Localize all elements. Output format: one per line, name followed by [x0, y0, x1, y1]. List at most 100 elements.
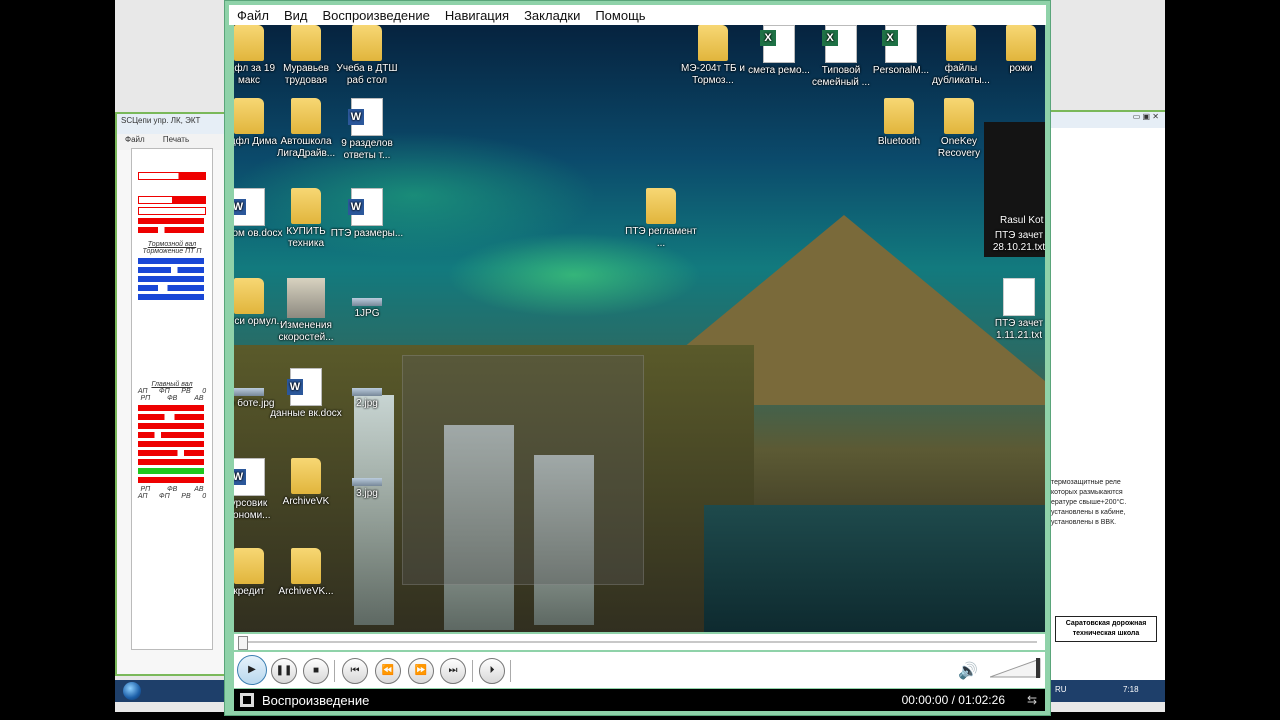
separator [472, 660, 473, 682]
row-labels-bottom-b: АП ФП РВ 0 [137, 493, 207, 500]
tray-language: RU [1055, 685, 1067, 694]
desktop-icon[interactable]: МЭ-204т ТБ и Тормоз... [676, 25, 750, 87]
folder-icon [291, 188, 321, 224]
desktop-icon[interactable]: 9 разделов ответы т... [330, 98, 404, 162]
menu-navigation[interactable]: Навигация [445, 8, 509, 23]
excel-icon [882, 25, 917, 63]
fast-forward-button[interactable]: ⏩ [408, 658, 434, 684]
lake-shape [704, 505, 1045, 632]
volume-slider[interactable] [990, 658, 1042, 678]
image-icon [352, 298, 382, 306]
folder-icon [234, 278, 264, 314]
start-orb-icon [123, 682, 141, 700]
menu-playback[interactable]: Воспроизведение [323, 8, 430, 23]
folder-icon [291, 548, 321, 584]
caption-braking: Торможение ПТ П [142, 248, 202, 255]
desktop-icon[interactable]: Учеба в ДТШ раб стол [330, 25, 404, 87]
speaker-icon[interactable]: 🔊 [958, 661, 978, 681]
desktop-icon[interactable]: ArchiveVK... [269, 548, 343, 598]
folder-icon [944, 98, 974, 134]
image-icon [287, 278, 325, 318]
separator [334, 660, 335, 682]
folder-icon [234, 548, 264, 584]
menu-help[interactable]: Помощь [595, 8, 645, 23]
video-frame[interactable]: Rasul Kot ндфл за 19 макс Муравьев трудо… [234, 25, 1045, 632]
word-icon [348, 188, 383, 226]
status-bar: Воспроизведение 00:00:00 / 01:02:26 ⇆ [234, 689, 1045, 711]
background-document-window-left: SCЦепи упр. ЛК, ЭКТ Файл Печать Тормозно… [115, 112, 229, 676]
repeat-icon[interactable]: ⇆ [1027, 693, 1037, 707]
background-document-window-right: ▭ ▣ ✕ термозащитные реле которых размыка… [1045, 110, 1165, 684]
folder-icon [234, 25, 264, 61]
folder-icon [698, 25, 728, 61]
word-icon [234, 458, 265, 496]
pause-button[interactable]: ❚❚ [271, 658, 297, 684]
menu-view[interactable]: Вид [284, 8, 308, 23]
row-labels-top: АП ФП РВ 0 [137, 388, 207, 395]
window-controls-icon: ▭ ▣ ✕ [1047, 112, 1165, 128]
image-icon [234, 388, 264, 396]
menu-print: Печать [162, 135, 190, 144]
row-labels-bottom-a: РП ФВ АВ [140, 486, 204, 493]
folder-icon [884, 98, 914, 134]
desktop-icon[interactable]: рожи [984, 25, 1045, 75]
word-icon [234, 188, 265, 226]
desktop-icon[interactable]: OneKey Recovery [922, 98, 996, 160]
document-page: Тормозной вал Торможение ПТ П Главный ва… [131, 148, 213, 650]
menu-bookmarks[interactable]: Закладки [524, 8, 580, 23]
previous-button[interactable]: ⏮ [342, 658, 368, 684]
folder-icon [291, 458, 321, 494]
caption-main-shaft: Главный вал [151, 381, 193, 388]
tray-clock: 7:18 [1123, 685, 1139, 694]
desktop-icon[interactable]: ПТЭ зачет 1.11.21.txt [982, 278, 1045, 342]
seek-track[interactable] [242, 641, 1037, 643]
note-line: термозащитные реле [1051, 479, 1121, 486]
menu-file: Файл [125, 135, 145, 144]
note-line: установлены в кабине, [1051, 509, 1126, 516]
image-icon [352, 388, 382, 396]
note-line: которых размыкаются [1051, 489, 1123, 496]
title-stamp: Саратовская дорожная техническая школа [1055, 616, 1157, 642]
desktop-icon[interactable]: 1JPG [330, 278, 404, 320]
desktop-icon[interactable]: 3.jpg [330, 458, 404, 500]
folder-icon [946, 25, 976, 61]
menu-file[interactable]: Файл [237, 8, 269, 23]
excel-icon [760, 25, 795, 63]
media-player-window: Файл Вид Воспроизведение Навигация Закла… [224, 0, 1051, 716]
time-display: 00:00:00 / 01:02:26 [901, 693, 1005, 707]
window-title: SCЦепи упр. ЛК, ЭКТ [117, 114, 227, 134]
menu-bar: Файл Вид Воспроизведение Навигация Закла… [229, 5, 1046, 25]
desktop-icon[interactable]: ПТЭ зачет 28.10.21.txt [982, 208, 1045, 254]
folder-icon [291, 25, 321, 61]
text-file-icon [1003, 278, 1035, 316]
word-icon [348, 98, 383, 136]
status-square-icon [240, 693, 254, 707]
ghost-window-overlay [402, 355, 644, 585]
separator [510, 660, 511, 682]
desktop-icon[interactable]: ПТЭ размеры... [330, 188, 404, 240]
playback-controls: ▶ ❚❚ ■ ⏮ ⏪ ⏩ ⏭ ⏵ 🔊 [234, 652, 1045, 688]
folder-icon [291, 98, 321, 134]
note-line: установлены в ВВК. [1051, 519, 1117, 526]
word-icon [287, 368, 322, 406]
folder-icon [352, 25, 382, 61]
folder-icon [1006, 25, 1036, 61]
desktop-icon[interactable]: ПТЭ регламент ... [624, 188, 698, 250]
seek-bar[interactable] [234, 634, 1045, 650]
folder-icon [646, 188, 676, 224]
waterfall-left [354, 395, 394, 625]
note-line: ературе свыше+200°С. [1051, 499, 1127, 506]
play-button[interactable]: ▶ [237, 655, 267, 685]
next-button[interactable]: ⏭ [440, 658, 466, 684]
excel-icon [822, 25, 857, 63]
rewind-button[interactable]: ⏪ [375, 658, 401, 684]
seek-thumb[interactable] [238, 636, 248, 650]
row-labels-sub: РП ФВ АВ [140, 395, 204, 402]
caption-brake-shaft: Тормозной вал [147, 241, 197, 248]
image-icon [352, 478, 382, 486]
stop-button[interactable]: ■ [303, 658, 329, 684]
status-label: Воспроизведение [262, 692, 370, 708]
desktop-icon[interactable]: 2.jpg [330, 368, 404, 410]
folder-icon [234, 98, 264, 134]
frame-step-button[interactable]: ⏵ [479, 658, 505, 684]
